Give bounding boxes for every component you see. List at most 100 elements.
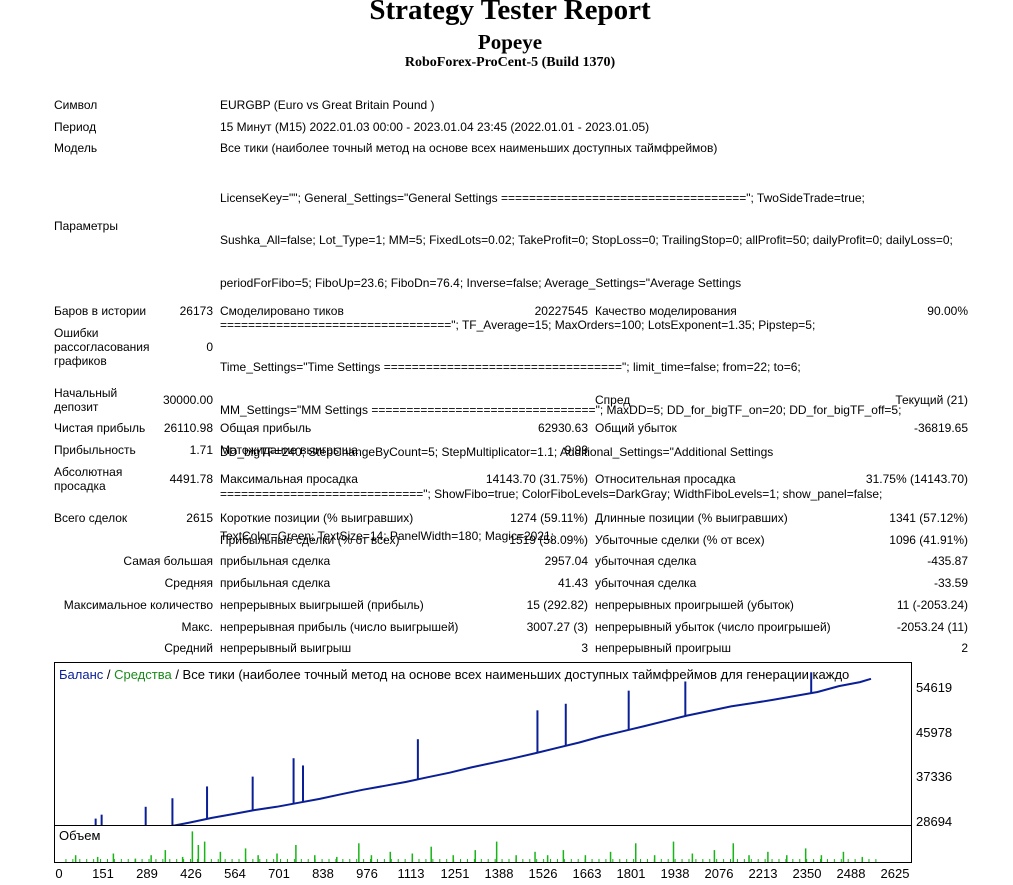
- volume-bar: [120, 859, 122, 862]
- volume-bar: [743, 859, 745, 862]
- volume-bar: [231, 859, 233, 862]
- avg-losses-value: 2: [961, 641, 968, 655]
- legend-equity: Средства: [114, 667, 172, 682]
- max-count-label: Максимальное количество: [63, 598, 213, 612]
- volume-label: Объем: [59, 828, 101, 843]
- loss-trades-value: 1096 (41.91%): [889, 533, 968, 547]
- largest-loss-label: убыточная сделка: [595, 554, 697, 568]
- max-dd-value: 14143.70 (31.75%): [485, 472, 588, 486]
- volume-bar: [785, 859, 787, 862]
- volume-bar: [134, 859, 136, 862]
- largest-label: Самая большая: [123, 554, 213, 568]
- symbol-label: Символ: [54, 98, 98, 112]
- params-line: ============================="; ShowFibo…: [220, 487, 883, 502]
- volume-bar: [252, 859, 254, 862]
- volume-bar: [280, 859, 282, 862]
- loss-trades-label: Убыточные сделки (% от всех): [595, 533, 765, 547]
- volume-bar: [210, 859, 212, 862]
- volume-bar: [653, 859, 655, 862]
- volume-bar: [446, 859, 448, 862]
- short-label: Короткие позиции (% выигравших): [220, 511, 414, 525]
- volume-bar: [612, 859, 614, 862]
- volume-bar: [321, 859, 323, 862]
- params-line: ================================="; TF_A…: [220, 318, 816, 333]
- volume-bar: [349, 859, 351, 862]
- volume-bar: [183, 859, 185, 862]
- volume-bar: [148, 859, 150, 862]
- volume-bar: [245, 859, 247, 862]
- volume-bar: [778, 859, 780, 862]
- volume-bar: [155, 859, 157, 862]
- volume-bar: [570, 859, 572, 862]
- volume-bar: [667, 859, 669, 862]
- params-text: LicenseKey=""; General_Settings="General…: [220, 163, 980, 558]
- legend-balance: Баланс: [59, 667, 104, 682]
- volume-bar: [266, 859, 268, 862]
- x-tick-label: 426: [180, 866, 202, 881]
- volume-bar: [358, 843, 360, 862]
- expected-payoff-value: 9.99: [564, 443, 588, 457]
- volume-bar: [550, 859, 552, 862]
- volume-bar: [217, 859, 219, 862]
- gross-profit-value: 62930.63: [537, 421, 588, 435]
- volume-bar: [633, 859, 635, 862]
- consec-wins-label: непрерывных выигрышей (прибыль): [220, 598, 424, 612]
- volume-bar: [757, 859, 759, 862]
- consec-profit-value: 3007.27 (3): [526, 620, 588, 634]
- consec-loss-label: непрерывный убыток (число проигрышей): [595, 620, 831, 634]
- volume-bar: [487, 859, 489, 862]
- abs-dd-value: 4491.78: [169, 472, 213, 486]
- model-value: Все тики (наиболее точный метод на основ…: [220, 141, 718, 155]
- volume-bar: [640, 859, 642, 862]
- volume-bar: [295, 845, 297, 862]
- volume-bar: [397, 859, 399, 862]
- balance-line: [55, 677, 872, 851]
- avg-wins-label: непрерывный выигрыш: [220, 641, 352, 655]
- volume-bar: [609, 851, 612, 862]
- volume-bar: [730, 859, 732, 862]
- largest-loss-value: -435.87: [927, 554, 968, 568]
- spread-label: Спред: [595, 393, 631, 407]
- long-value: 1341 (57.12%): [889, 511, 968, 525]
- volume-bar: [273, 859, 275, 862]
- average-profit-value: 41.43: [557, 576, 588, 590]
- consec-profit-label: непрерывная прибыль (число выигрышей): [220, 620, 459, 634]
- volume-bar: [286, 859, 288, 862]
- params-line: Sushka_All=false; Lot_Type=1; MM=5; Fixe…: [220, 233, 953, 248]
- x-tick-label: 2488: [836, 866, 866, 881]
- volume-bar: [767, 851, 769, 862]
- x-tick-label: 564: [224, 866, 246, 881]
- volume-bar: [813, 859, 815, 862]
- volume-bar: [732, 843, 735, 862]
- x-tick-label: 1938: [660, 866, 690, 881]
- volume-bar: [840, 859, 842, 862]
- volume-bar: [169, 859, 171, 862]
- volume-bar: [546, 855, 549, 862]
- period-value: 15 Минут (M15) 2022.01.03 00:00 - 2023.0…: [220, 120, 650, 134]
- volume-bar: [847, 859, 849, 862]
- volume-bar: [259, 859, 261, 862]
- volume-bar: [418, 859, 420, 862]
- total-trades-value: 2615: [186, 511, 213, 525]
- volume-bar: [799, 859, 801, 862]
- y-tick-label: 37336: [916, 769, 953, 784]
- volume-bar: [771, 859, 773, 862]
- volume-bar: [626, 859, 628, 862]
- x-tick-label: 289: [136, 866, 158, 881]
- params-line: Time_Settings="Time Settings ===========…: [220, 360, 801, 375]
- volume-bar: [203, 859, 205, 862]
- volume-bar: [390, 859, 392, 862]
- x-tick-label: 976: [356, 866, 378, 881]
- legend-separator: /: [171, 667, 183, 682]
- volume-bar: [328, 859, 330, 862]
- params-line: periodForFibo=5; FiboUp=23.6; FiboDn=76.…: [220, 275, 742, 290]
- volume-bar: [439, 859, 441, 862]
- spread-value: Текущий (21): [895, 393, 968, 407]
- volume-bar: [563, 859, 565, 862]
- volume-bar: [162, 859, 164, 862]
- volume-bar: [529, 859, 531, 862]
- bars-label: Баров в истории: [54, 304, 147, 318]
- volume-bar: [543, 859, 545, 862]
- server-name: RoboForex-ProCent-5 (Build 1370): [404, 55, 616, 70]
- volume-bar: [72, 859, 74, 862]
